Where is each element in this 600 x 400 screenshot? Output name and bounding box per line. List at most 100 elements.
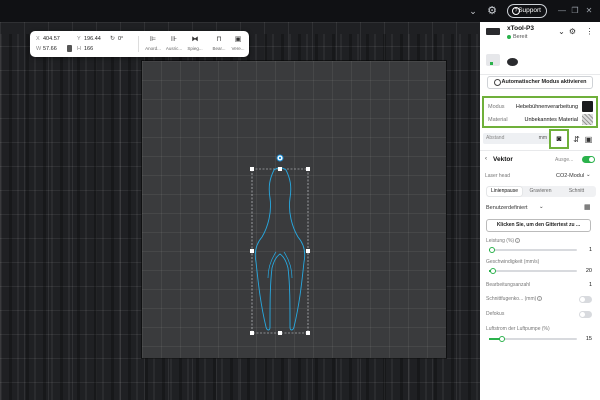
rotation-input[interactable]: 0° xyxy=(118,36,123,42)
help-icon: ? xyxy=(512,7,520,15)
settings-icon[interactable]: ⚙ xyxy=(568,27,577,36)
distance-unit: mm xyxy=(538,135,547,141)
distance-field[interactable]: Abstand mm xyxy=(483,133,550,144)
section-title: Vektor xyxy=(493,156,513,163)
app-window: ⌄ ⚙ ? Support — ❐ ✕ X 404.57 Y 196.44 W … xyxy=(0,0,600,400)
accessory-thumb-2[interactable] xyxy=(507,58,518,66)
selection-box[interactable] xyxy=(251,168,309,334)
preset-select[interactable]: Benutzerdefiniert xyxy=(486,205,528,211)
resize-handle-e[interactable] xyxy=(306,249,310,253)
work-canvas[interactable]: X 404.57 Y 196.44 W 57.66 H 166 ↻ 0° ⊫ A… xyxy=(0,22,480,400)
resize-handle-s[interactable] xyxy=(278,331,282,335)
accessory-status-icon xyxy=(490,62,493,65)
resize-handle-w[interactable] xyxy=(250,249,254,253)
more-icon[interactable]: ⋮ xyxy=(585,27,594,36)
device-name[interactable]: xTool-P3 xyxy=(507,25,534,32)
y-label: Y xyxy=(77,36,81,42)
chevron-down-icon[interactable]: ⌄ xyxy=(557,27,566,36)
defocus-toggle[interactable] xyxy=(579,311,592,318)
toolbar-divider xyxy=(138,36,139,52)
minimize-icon[interactable]: — xyxy=(556,4,568,18)
support-button[interactable]: ? Support xyxy=(507,4,547,18)
defocus-label: Defokus xyxy=(486,311,505,317)
maximize-icon[interactable]: ❐ xyxy=(569,4,581,18)
tool-align-button[interactable]: ⊪ Ausric... xyxy=(163,35,185,55)
auto-mode-button[interactable]: Automatischer Modus aktivieren xyxy=(487,76,593,89)
camera-icon: ◙ xyxy=(556,134,562,143)
calendar-icon[interactable]: ▦ xyxy=(584,203,591,211)
mirror-icon: ⧓ xyxy=(191,36,199,43)
tool-label: Ausric... xyxy=(165,46,183,51)
material-row[interactable]: Material Unbekanntes Material xyxy=(486,114,594,126)
h-input[interactable]: 166 xyxy=(84,46,93,52)
combine-icon: ▣ xyxy=(234,36,242,43)
tab-line[interactable]: Linienpause xyxy=(487,187,522,196)
kerf-toggle[interactable] xyxy=(579,296,592,303)
y-input[interactable]: 196.44 xyxy=(84,36,101,42)
auto-mode-label: Automatischer Modus aktivieren xyxy=(501,79,587,85)
tool-arrange-button[interactable]: ⊫ Anord... xyxy=(142,35,164,55)
passes-label: Bearbeitungsanzahl xyxy=(486,282,531,288)
camera-button[interactable]: ◙ xyxy=(549,129,569,149)
resize-handle-n[interactable] xyxy=(278,167,282,171)
transform-toolbar: X 404.57 Y 196.44 W 57.66 H 166 ↻ 0° ⊫ A… xyxy=(30,31,249,57)
chevron-down-icon[interactable]: ⌄ xyxy=(466,4,480,18)
pliers-inner-left xyxy=(267,251,277,279)
frame-icon[interactable]: ▣ xyxy=(584,135,593,144)
x-input[interactable]: 404.57 xyxy=(43,36,60,42)
close-icon[interactable]: ✕ xyxy=(583,4,595,18)
tab-engrave[interactable]: Gravieren xyxy=(523,187,558,196)
process-tabs: Linienpause Gravieren Schnitt xyxy=(486,186,596,197)
rotate-handle-dot xyxy=(278,156,282,160)
kerf-label: Schnittfugenko... (mm) i xyxy=(486,296,543,302)
mode-material-highlight: Modus Hebebühnenverarbeitung Material Un… xyxy=(482,96,598,128)
chevron-down-icon[interactable]: ⌄ xyxy=(586,172,591,178)
grid-test-button[interactable]: Klicken Sie, um den Gittertest zu ... xyxy=(486,219,591,232)
lock-ratio-icon[interactable] xyxy=(67,45,72,52)
auto-mode-icon xyxy=(494,79,501,86)
accessory-thumb-1[interactable] xyxy=(486,54,500,66)
power-value[interactable]: 1 xyxy=(589,247,592,253)
resize-handle-se[interactable] xyxy=(306,331,310,335)
pliers-shape[interactable] xyxy=(254,167,306,331)
distance-label: Abstand xyxy=(486,135,505,141)
chevron-down-icon[interactable]: ⌄ xyxy=(539,204,544,210)
tool-combine-button[interactable]: ▣ Vere... xyxy=(227,35,249,55)
tool-label: Spieg... xyxy=(187,46,203,51)
air-pump-value[interactable]: 15 xyxy=(586,336,592,342)
speed-slider-thumb[interactable] xyxy=(489,268,496,274)
air-pump-slider-thumb[interactable] xyxy=(499,336,506,342)
speed-value[interactable]: 20 xyxy=(586,268,592,274)
tool-mirror-button[interactable]: ⧓ Spieg... xyxy=(184,35,206,55)
mode-value: Hebebühnenverarbeitung xyxy=(515,104,578,110)
gear-icon[interactable]: ⚙ xyxy=(485,4,499,18)
tool-label: Vere... xyxy=(231,46,245,51)
rotate-icon: ↻ xyxy=(110,36,116,42)
power-slider-thumb[interactable] xyxy=(489,247,495,253)
back-icon[interactable]: ‹ xyxy=(485,156,487,162)
distribute-icon: ⊪ xyxy=(170,36,178,43)
material-icon xyxy=(582,114,593,125)
x-label: X xyxy=(36,36,40,42)
measure-icon[interactable]: ⇵ xyxy=(572,135,581,144)
w-input[interactable]: 57.66 xyxy=(43,46,57,52)
power-slider[interactable] xyxy=(489,247,577,253)
device-status: Bereit xyxy=(513,34,528,40)
speed-slider[interactable] xyxy=(489,268,577,274)
toggle-knob xyxy=(580,297,585,302)
resize-handle-sw[interactable] xyxy=(250,331,254,335)
laser-head-select[interactable]: CO2-Modul xyxy=(556,173,584,179)
mode-row[interactable]: Modus Hebebühnenverarbeitung xyxy=(486,101,594,113)
pliers-inner-right xyxy=(283,251,293,279)
device-icon xyxy=(486,28,500,35)
w-label: W xyxy=(36,46,42,52)
material-value: Unbekanntes Material xyxy=(524,117,578,123)
align-icon: ⊫ xyxy=(149,36,157,43)
air-pump-slider[interactable] xyxy=(489,336,577,342)
resize-handle-ne[interactable] xyxy=(306,167,310,171)
passes-value[interactable]: 1 xyxy=(589,282,592,288)
tab-cut[interactable]: Schnitt xyxy=(559,187,594,196)
resize-handle-nw[interactable] xyxy=(250,167,254,171)
settings-panel: xTool-P3 Bereit ⌄ ⚙ ⋮ Automatischer Modu… xyxy=(480,22,600,400)
output-toggle[interactable] xyxy=(582,156,595,163)
